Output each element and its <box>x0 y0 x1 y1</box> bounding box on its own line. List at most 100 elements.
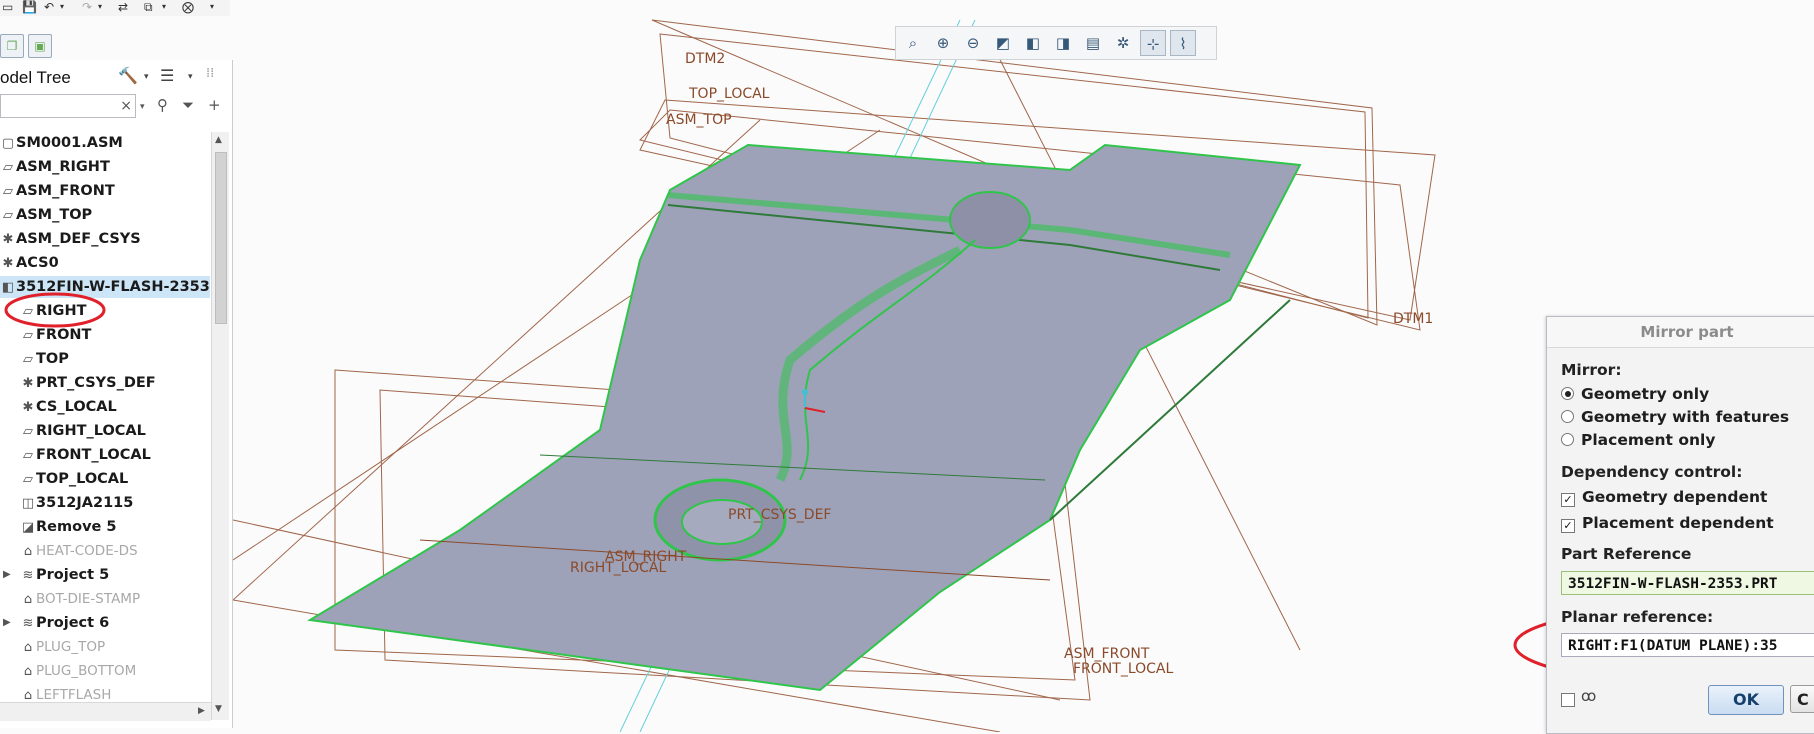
tree-item[interactable]: ✱ ASM_DEF_CSYS <box>0 228 141 250</box>
radio-geometry-with-features[interactable]: Geometry with features <box>1561 408 1789 426</box>
windows-icon[interactable]: ⧉ <box>144 0 153 14</box>
chevron-down-icon[interactable]: ▾ <box>98 0 102 14</box>
datum-plane-icon: ▱ <box>3 184 13 199</box>
tree-item[interactable]: ⌂ PLUG_BOTTOM <box>0 660 136 682</box>
suppressed-feature-icon: ⌂ <box>23 592 33 607</box>
tree-item[interactable]: ▱ ASM_TOP <box>0 204 92 226</box>
datum-plane-icon: ▱ <box>3 160 13 175</box>
folder-browser-button[interactable]: ▣ <box>28 34 52 58</box>
radio-geometry-only[interactable]: Geometry only <box>1561 385 1709 403</box>
tree-item[interactable]: ⌂ PLUG_TOP <box>0 636 105 658</box>
customize-dropdown-icon[interactable]: ▾ <box>210 0 214 14</box>
csys-icon: ✱ <box>2 232 14 247</box>
label-asm-top: ASM_TOP <box>666 112 732 128</box>
tree-item[interactable]: ⌂ HEAT-CODE-DS <box>0 540 138 562</box>
scrollbar-thumb[interactable] <box>215 152 227 324</box>
radio-button[interactable] <box>1561 433 1574 446</box>
radio-button[interactable] <box>1561 387 1574 400</box>
tree-search-input[interactable]: × <box>0 94 136 118</box>
dependency-section-label: Dependency control: <box>1561 463 1743 481</box>
checkbox[interactable]: ✓ <box>1561 519 1575 533</box>
suppressed-feature-icon: ⌂ <box>23 664 33 679</box>
tree-vertical-scrollbar[interactable]: ▲ ▼ <box>211 132 229 720</box>
checkbox[interactable]: ✓ <box>1561 493 1575 507</box>
view-manager-icon[interactable]: ▤ <box>1080 30 1106 56</box>
tree-item[interactable]: ▶ ≋ Project 5 <box>0 564 109 586</box>
tree-item[interactable]: ▱ ASM_RIGHT <box>0 156 110 178</box>
zoom-in-icon[interactable]: ⊕ <box>930 30 956 56</box>
cancel-button[interactable]: C <box>1790 685 1814 713</box>
datum-plane-icon: ▱ <box>23 448 33 463</box>
tree-item[interactable]: ◫ 3512JA2115 <box>0 492 134 514</box>
chevron-down-icon[interactable]: ▾ <box>140 102 145 112</box>
annotation-display-icon[interactable]: ⌇ <box>1170 30 1196 56</box>
open-icon[interactable]: ▭ <box>2 0 13 14</box>
close-window-icon[interactable]: ⨂ <box>182 0 194 14</box>
tree-item[interactable]: ▱ RIGHT_LOCAL <box>0 420 146 442</box>
project-curve-icon: ≋ <box>22 616 34 631</box>
settings-hammer-icon[interactable]: 🔨 <box>118 66 138 85</box>
preview-glasses-icon[interactable]: ꝏ <box>1581 687 1596 705</box>
chevron-down-icon[interactable]: ▾ <box>60 0 64 14</box>
tree-item[interactable]: ⌂ BOT-DIE-STAMP <box>0 588 140 610</box>
find-binoculars-icon[interactable]: ⚲ <box>157 96 168 114</box>
chevron-down-icon[interactable]: ▾ <box>188 72 193 82</box>
ok-button[interactable]: OK <box>1708 685 1784 715</box>
tree-item[interactable]: ✱ CS_LOCAL <box>0 396 117 418</box>
tree-item[interactable]: ▱ FRONT_LOCAL <box>0 444 151 466</box>
redo-icon[interactable]: ↷ <box>82 0 92 14</box>
datum-display-icon[interactable]: ✲ <box>1110 30 1136 56</box>
filter-icon[interactable]: ⏷ <box>182 96 194 114</box>
repaint-icon[interactable]: ◩ <box>990 30 1016 56</box>
checkbox-geometry-dependent[interactable]: ✓ Geometry dependent <box>1561 488 1768 507</box>
tree-item[interactable]: ▶ ≋ Project 6 <box>0 612 109 634</box>
expand-icon[interactable]: ▶ <box>3 612 11 634</box>
tree-item-label: HEAT-CODE-DS <box>36 543 138 559</box>
tree-item[interactable]: ▢ SM0001.ASM <box>0 132 123 154</box>
show-dropdown-icon[interactable]: ☰ <box>160 66 174 85</box>
radio-label: Geometry with features <box>1581 408 1790 426</box>
project-curve-icon: ≋ <box>22 568 34 583</box>
clear-icon[interactable]: × <box>120 95 132 117</box>
planar-reference-field[interactable]: RIGHT:F1(DATUM PLANE):35 <box>1561 633 1814 657</box>
dialog-title: Mirror part <box>1547 317 1814 348</box>
tree-item[interactable]: ✱ PRT_CSYS_DEF <box>0 372 156 394</box>
checkbox-label: Geometry dependent <box>1582 488 1768 506</box>
column-settings-icon[interactable]: ⁞⁞ <box>206 66 214 81</box>
scroll-down-icon[interactable]: ▼ <box>215 704 222 714</box>
mirror-section-label: Mirror: <box>1561 361 1622 379</box>
scroll-up-icon[interactable]: ▲ <box>215 135 222 145</box>
expand-icon[interactable]: ▶ <box>3 564 11 586</box>
display-style-icon[interactable]: ◧ <box>1020 30 1046 56</box>
label-dtm2: DTM2 <box>685 51 726 67</box>
add-column-icon[interactable]: + <box>208 96 221 114</box>
tree-item[interactable]: ▱ ASM_FRONT <box>0 180 115 202</box>
spin-center-icon[interactable]: ⊹ <box>1140 30 1166 56</box>
mirror-part-dialog: Mirror part Mirror: Geometry only Geomet… <box>1546 316 1814 734</box>
part-reference-field[interactable]: 3512FIN-W-FLASH-2353.PRT <box>1561 571 1814 595</box>
checkbox-placement-dependent[interactable]: ✓ Placement dependent <box>1561 514 1774 533</box>
regenerate-icon[interactable]: ⇄ <box>118 0 128 14</box>
scroll-right-icon[interactable]: ▶ <box>198 706 205 716</box>
saved-orientations-icon[interactable]: ◨ <box>1050 30 1076 56</box>
chevron-down-icon[interactable]: ▾ <box>144 72 149 82</box>
boss-ring <box>949 191 1031 249</box>
zoom-out-icon[interactable]: ⊖ <box>960 30 986 56</box>
assembly-icon: ▢ <box>1 136 15 151</box>
layer-tree-button[interactable]: ❐ <box>0 34 24 58</box>
tree-item[interactable]: ◪ Remove 5 <box>0 516 117 538</box>
tree-item-label: ASM_TOP <box>16 207 93 223</box>
save-icon[interactable]: 💾 <box>22 0 37 14</box>
radio-button[interactable] <box>1561 410 1574 423</box>
refit-icon[interactable]: ⌕ <box>900 30 926 56</box>
chevron-down-icon[interactable]: ▾ <box>162 0 166 14</box>
tree-item[interactable]: ▱ TOP_LOCAL <box>0 468 128 490</box>
tree-horizontal-scrollbar[interactable]: ▶ <box>0 702 211 721</box>
radio-placement-only[interactable]: Placement only <box>1561 431 1715 449</box>
tree-item[interactable]: ▱ TOP <box>0 348 69 370</box>
undo-icon[interactable]: ↶ <box>44 0 54 14</box>
tree-item-label: FRONT_LOCAL <box>36 447 151 463</box>
preview-checkbox[interactable] <box>1561 693 1575 707</box>
tree-item-label: ACS0 <box>16 255 59 271</box>
tree-item[interactable]: ✱ ACS0 <box>0 252 59 274</box>
